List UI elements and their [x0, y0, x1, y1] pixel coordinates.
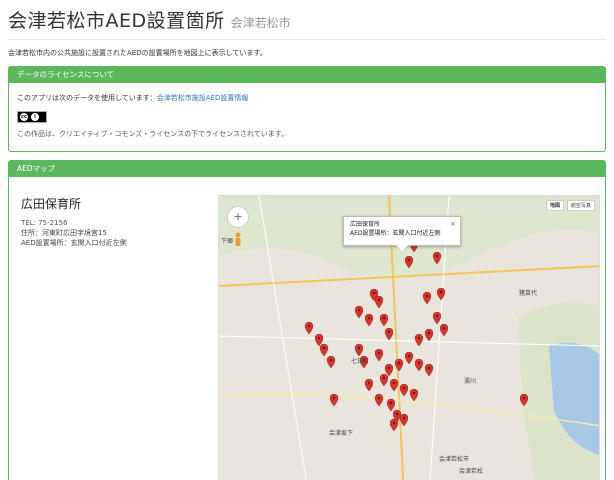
info-window-text: AED設置場所：玄関入口付近左側 — [350, 230, 441, 237]
page-title: 会津若松市AED設置箇所 — [8, 10, 225, 32]
page-header: 会津若松市AED設置箇所 会津若松市 — [8, 6, 291, 40]
zoom-icon: + — [233, 210, 243, 223]
street-view-pegman-icon[interactable] — [233, 232, 243, 248]
license-source-prefix: このアプリは次のデータを使用しています： — [17, 94, 157, 102]
aed-map-marker-icon[interactable] — [395, 359, 403, 371]
facility-tel: TEL: 75-2156 — [21, 219, 68, 227]
aed-map-marker-icon[interactable] — [375, 349, 383, 361]
info-window-close-icon[interactable]: × — [450, 220, 456, 229]
map-type-satellite-button[interactable]: 航空写真 — [566, 200, 595, 211]
map-info-window: 広田保育所 AED設置場所：玄関入口付近左側 × — [343, 216, 461, 251]
license-panel: データのライセンスについて このアプリは次のデータを使用しています：会津若松市施… — [8, 66, 606, 152]
aed-map-marker-icon[interactable] — [365, 379, 373, 391]
facility-name: 広田保育所 — [21, 197, 82, 211]
aed-map-marker-icon[interactable] — [433, 312, 441, 324]
aed-map-marker-icon[interactable] — [355, 306, 363, 318]
aed-map-marker-icon[interactable] — [327, 356, 335, 368]
aed-map-marker-icon[interactable] — [305, 322, 313, 334]
aed-map-marker-icon[interactable] — [423, 292, 431, 304]
aed-map-marker-icon[interactable] — [365, 314, 373, 326]
cc-badge-icon[interactable]: cc i — [17, 111, 47, 123]
map-place-label: 会津若松市 — [439, 456, 470, 463]
facility-address: 住所：河東町広田字境宮15 — [21, 229, 107, 237]
aed-map-marker-icon[interactable] — [355, 344, 363, 356]
aed-map-marker-icon[interactable] — [375, 394, 383, 406]
aed-map-panel: AEDマップ 広田保育所 TEL: 75-2156 住所：河東町広田字境宮15 … — [8, 160, 606, 480]
aed-map-marker-icon[interactable] — [380, 374, 388, 386]
aed-map-marker-icon[interactable] — [405, 256, 413, 268]
intro-text: 会津若松市内の公共施設に設置されたAEDの設置場所を地図上に表示しています。 — [8, 49, 267, 57]
aed-map-marker-icon[interactable] — [520, 394, 528, 406]
map-place-label: 湯川 — [464, 378, 477, 385]
aed-map-marker-icon[interactable] — [415, 334, 423, 346]
aed-map-marker-icon[interactable] — [375, 296, 383, 308]
aed-map-marker-icon[interactable] — [433, 252, 441, 264]
map-type-control: 地図 航空写真 — [545, 200, 595, 211]
map-place-label: 下郷 — [221, 238, 234, 245]
aed-map-marker-icon[interactable] — [415, 359, 423, 371]
cc-icon: cc — [20, 113, 28, 121]
facility-aed-placement: AED設置場所：玄関入口付近左側 — [21, 239, 127, 247]
page: 会津若松市AED設置箇所 会津若松市 会津若松市内の公共施設に設置されたAEDの… — [0, 0, 614, 480]
license-heading: データのライセンスについて — [9, 67, 605, 83]
aed-map-marker-icon[interactable] — [400, 384, 408, 396]
aed-map-marker-icon[interactable] — [385, 328, 393, 340]
map-place-label: 七日町 — [351, 358, 370, 365]
data-source-link[interactable]: 会津若松市施設AED設置情報 — [157, 94, 249, 102]
aed-map-marker-icon[interactable] — [390, 419, 398, 431]
map-place-label: 会津坂下 — [329, 430, 354, 437]
aed-map[interactable]: + 地図 航空写真 会津若松市会津若松喜多方猪苗代会津坂下七日町湯川下郷 広田保… — [218, 195, 600, 480]
aed-map-marker-icon[interactable] — [437, 288, 445, 300]
map-place-label: 会津若松 — [459, 468, 484, 475]
aed-map-marker-icon[interactable] — [320, 344, 328, 356]
aed-map-marker-icon[interactable] — [380, 314, 388, 326]
aed-map-marker-icon[interactable] — [400, 414, 408, 426]
map-type-map-button[interactable]: 地図 — [545, 200, 564, 211]
by-icon: i — [31, 113, 39, 121]
page-subtitle: 会津若松市 — [230, 16, 291, 30]
aed-map-marker-icon[interactable] — [440, 324, 448, 336]
facility-info: 広田保育所 TEL: 75-2156 住所：河東町広田字境宮15 AED設置場所… — [21, 195, 127, 248]
aed-map-heading: AEDマップ — [9, 161, 605, 177]
aed-map-marker-icon[interactable] — [425, 329, 433, 341]
header-divider — [8, 39, 606, 40]
map-zoom-control[interactable]: + — [227, 206, 249, 228]
info-window-title: 広田保育所 — [350, 221, 381, 228]
aed-map-marker-icon[interactable] — [410, 389, 418, 401]
map-place-label: 猪苗代 — [519, 290, 538, 297]
aed-map-marker-icon[interactable] — [390, 379, 398, 391]
aed-map-marker-icon[interactable] — [425, 364, 433, 376]
license-notice: この作品は、クリエイティブ・コモンズ・ライセンスの下でライセンスされています。 — [17, 130, 289, 138]
aed-map-marker-icon[interactable] — [330, 394, 338, 406]
license-source: このアプリは次のデータを使用しています：会津若松市施設AED設置情報 — [17, 93, 248, 103]
aed-map-marker-icon[interactable] — [405, 352, 413, 364]
